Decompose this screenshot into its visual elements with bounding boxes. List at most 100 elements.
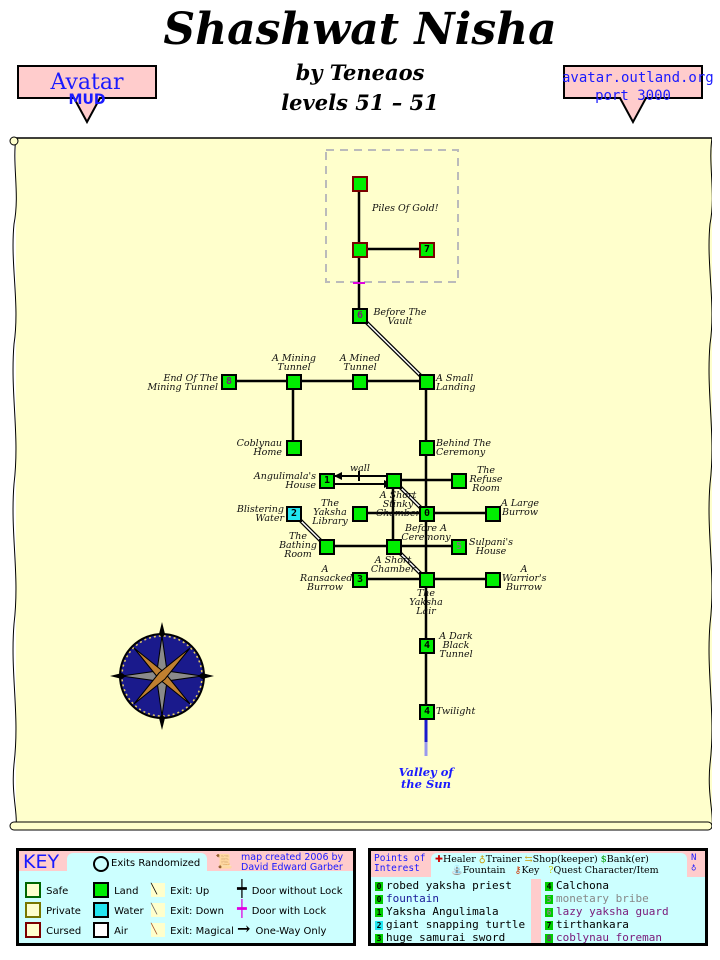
key-one-way: → One-Way Only <box>237 919 327 938</box>
room-a-warriors-burrow[interactable] <box>485 572 501 588</box>
room-label: A Warrior's Burrow <box>502 564 547 593</box>
key-door-lock: ┿ Door with Lock <box>237 899 327 918</box>
one-way-arrow-icon: → <box>237 919 251 938</box>
room-the-bathing-room[interactable] <box>319 539 335 555</box>
poi-right-list: 4 Calchona 5 monetary bribe 6 lazy yaksha g… <box>545 879 669 944</box>
poi-item: 0 robed yaksha priest <box>375 879 512 892</box>
room-a-dark-black-tunnel[interactable]: 4 <box>419 638 435 654</box>
room-angulimalas-house[interactable]: 1 <box>319 473 335 489</box>
room-a-short-stinky-chamber[interactable] <box>386 473 402 489</box>
air-swatch-icon <box>93 921 109 938</box>
poi-item: 8 coblynau foreman <box>545 931 662 944</box>
key-exit-up: ╲ Exit: Up <box>151 882 210 897</box>
avatar-mud-badge: Avatar MUD <box>16 64 158 124</box>
room-a-ransacked-burrow[interactable]: 3 <box>352 572 368 588</box>
room-label: A Large Burrow <box>500 498 540 518</box>
room-a-mined-tunnel[interactable] <box>352 374 368 390</box>
room-a-small-landing[interactable] <box>419 374 435 390</box>
key-exit-down: ╲ Exit: Down <box>151 902 224 917</box>
poi-item: 6 lazy yaksha guard <box>545 905 669 918</box>
door-icon: ┿ <box>237 879 247 898</box>
room-label: The Refuse Room <box>469 465 503 494</box>
key-title: KEY <box>23 851 60 873</box>
room-blistering-water[interactable]: 2 <box>286 506 302 522</box>
room-label: A Short Chamber <box>370 555 416 575</box>
poi-legend-row-1: ✚Healer ♁Trainer ⇆Shop(keeper) $Bank(er) <box>435 854 649 865</box>
points-of-interest-panel: Points of Interest ✚Healer ♁Trainer ⇆Sho… <box>368 848 708 946</box>
poi-left-list: 0 robed yaksha priest 0 fountain 1 Yaksha A… <box>375 879 525 944</box>
scroll-curl-icon <box>9 136 19 146</box>
wall-label: wall <box>350 463 370 474</box>
poi-item: 4 Calchona <box>545 879 609 892</box>
poi-title-line-2: Interest <box>374 863 420 874</box>
poi-legend-row-2: ⛲Fountain ⚷Key ?Quest Character/Item <box>451 865 659 876</box>
poi-item: 1 Yaksha Angulimala <box>375 905 499 918</box>
room-label: Before The Vault <box>373 307 427 327</box>
exits-randomized-icon <box>93 856 109 872</box>
room-vault-mid[interactable] <box>352 242 368 258</box>
room-sulpanis-house[interactable]: 5 <box>451 539 467 555</box>
room-label: A Mined Tunnel <box>339 353 381 373</box>
poi-item: 2 giant snapping turtle <box>375 918 526 931</box>
room-the-yaksha-lair[interactable] <box>419 572 435 588</box>
room-label: Before A Ceremony <box>401 523 451 543</box>
room-coblynau-home[interactable] <box>286 440 302 456</box>
badge-subtitle: MUD <box>68 92 106 108</box>
poi-item: 7 tirthankara <box>545 918 629 931</box>
room-end-of-the-mining-tunnel[interactable]: 8 <box>221 374 237 390</box>
poi-title: Points of Interest <box>374 854 425 874</box>
room-label: Angulimala's House <box>253 471 316 491</box>
room-label: The Bathing Room <box>279 531 317 560</box>
room-label: Coblynau Home <box>236 438 282 458</box>
zone-exit-valley-of-the-sun[interactable]: Valley of the Sun <box>388 766 464 790</box>
private-swatch-icon <box>25 901 41 918</box>
room-the-refuse-room[interactable] <box>451 473 467 489</box>
safe-swatch-icon <box>25 881 41 898</box>
room-label: The Yaksha Library <box>312 498 348 527</box>
scroll-left-edge <box>12 137 17 827</box>
room-label: Twilight <box>436 706 476 717</box>
healer-icon: ✚ <box>435 854 443 865</box>
room-label: Blistering Water <box>236 504 284 524</box>
scroll-bottom-roll <box>9 821 712 831</box>
key-zone-cursed: Cursed <box>25 919 81 938</box>
exits-randomized-label: Exits Randomized <box>111 858 201 869</box>
exit-magical-icon: ╲ <box>151 922 165 937</box>
room-a-mining-tunnel[interactable] <box>286 374 302 390</box>
key-exit-magical: ╲ Exit: Magical <box>151 922 234 937</box>
room-a-large-burrow[interactable] <box>485 506 501 522</box>
room-before-the-vault[interactable]: 6 <box>352 308 368 324</box>
room-the-yaksha-library[interactable] <box>352 506 368 522</box>
poi-item: 3 huge samurai sword <box>375 931 506 944</box>
key-terrain-air: Air <box>93 919 128 938</box>
room-behind-the-ceremony[interactable] <box>419 440 435 456</box>
key-door-no-lock: ┿ Door without Lock <box>237 879 343 898</box>
poi-item: 5 monetary bribe <box>545 892 649 905</box>
room-label: End Of The Mining Tunnel <box>147 373 219 393</box>
room-label: A Small Landing <box>436 373 476 393</box>
map-key-panel: KEY Exits Randomized 📜 map created 2006 … <box>16 848 356 946</box>
room-before-a-ceremony[interactable]: 0 <box>419 506 435 522</box>
server-port: port 3000 <box>595 88 671 104</box>
shop-icon: ⇆ <box>524 854 533 865</box>
water-swatch-icon <box>93 901 109 918</box>
map-title: Shashwat Nisha <box>163 4 557 55</box>
room-twilight[interactable]: 4 <box>419 704 435 720</box>
key-zone-safe: Safe <box>25 879 68 898</box>
room-vault-top[interactable] <box>352 176 368 192</box>
north-indicator-icon: N ♁ <box>691 853 697 873</box>
poi-item: 0 fountain <box>375 892 439 905</box>
room-label: A Mining Tunnel <box>271 353 316 373</box>
room-label: The Yaksha Lair <box>409 588 443 617</box>
key-terrain-water: Water <box>93 899 144 918</box>
key-icon: ⚷ <box>514 865 522 876</box>
room-a-short-chamber[interactable] <box>386 539 402 555</box>
room-vault-east[interactable]: 7 <box>419 242 435 258</box>
poi-divider <box>531 879 541 943</box>
key-terrain-land: Land <box>93 879 138 898</box>
map-credit: map created 2006 by David Edward Garber <box>241 853 343 873</box>
cursed-swatch-icon <box>25 921 41 938</box>
scroll-quill-icon: 📜 <box>215 854 233 870</box>
locked-door-icon: ┿ <box>237 899 247 918</box>
room-label: A Dark Black Tunnel <box>439 631 473 660</box>
